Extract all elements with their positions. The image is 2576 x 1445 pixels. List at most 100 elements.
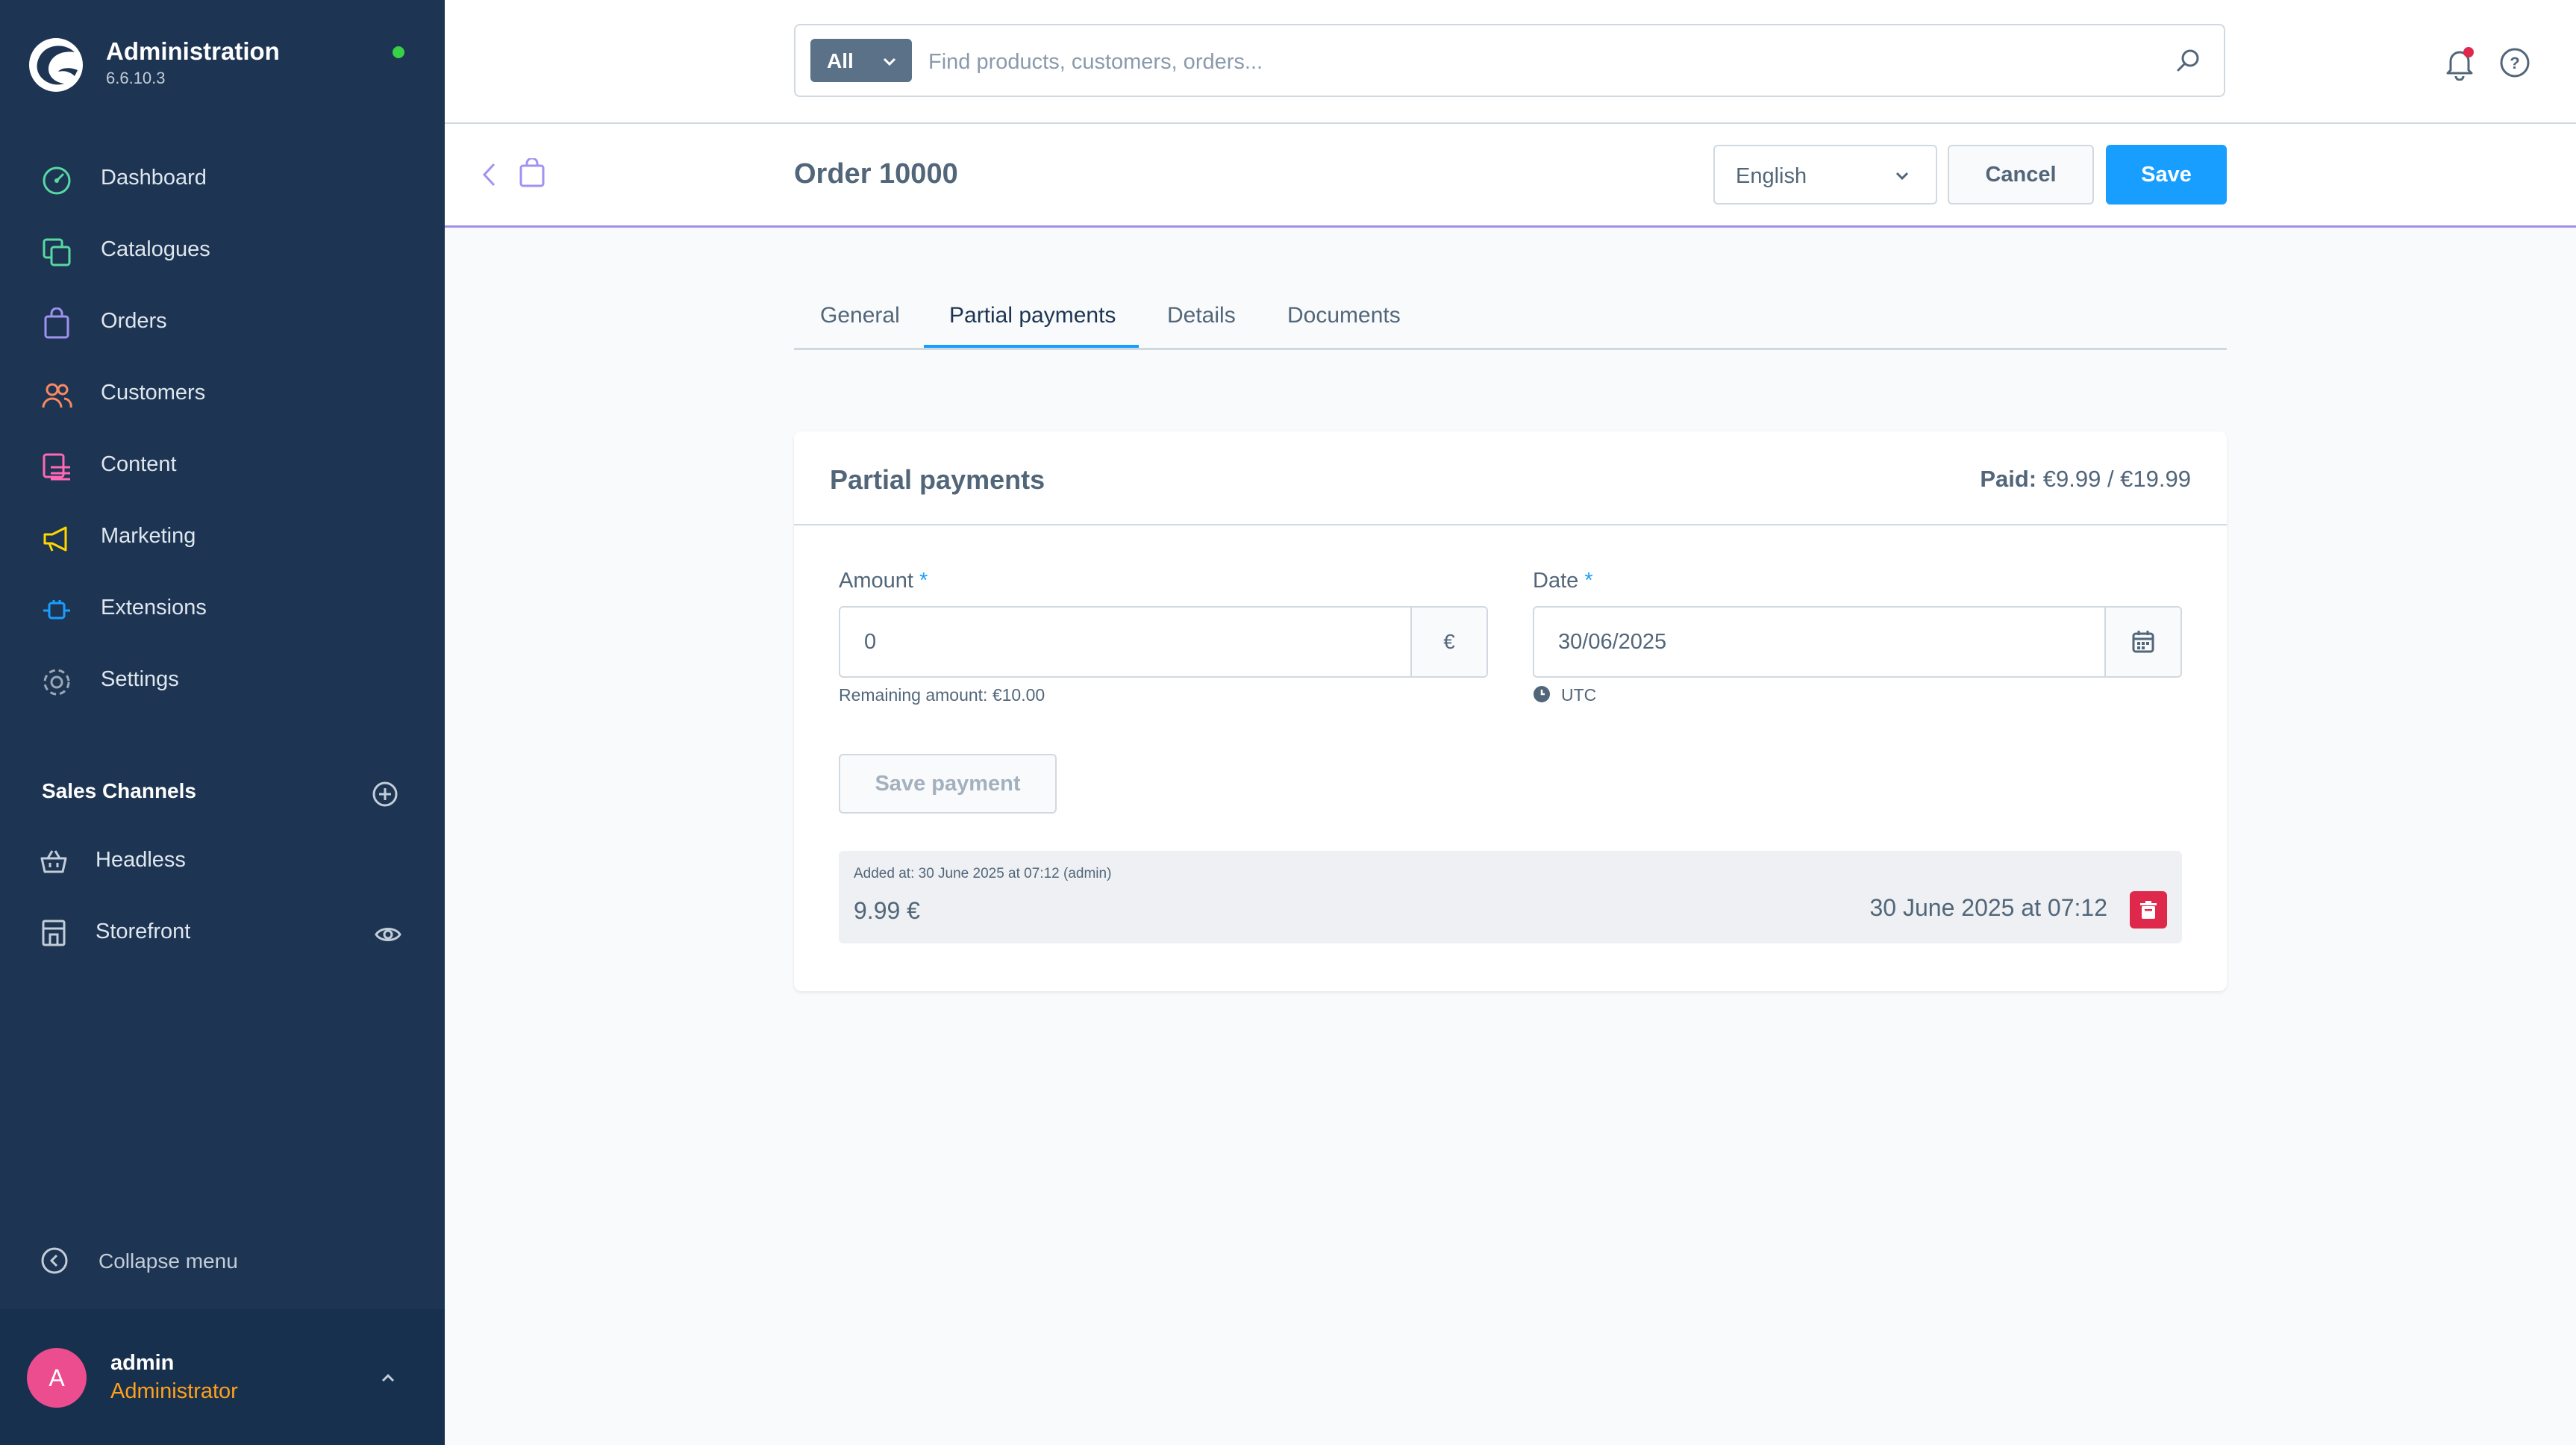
amount-value: 0 <box>864 630 877 654</box>
settings-icon <box>40 666 73 699</box>
nav-label: Customers <box>101 381 206 405</box>
currency-suffix: € <box>1410 608 1486 676</box>
marketing-icon <box>40 522 73 555</box>
delete-payment-button[interactable] <box>2130 891 2167 929</box>
card-title: Partial payments <box>830 464 1045 495</box>
save-button[interactable]: Save <box>2106 145 2227 205</box>
date-field[interactable]: 30/06/2025 <box>1533 606 2182 678</box>
user-role: Administrator <box>110 1379 238 1403</box>
payment-amount: 9.99 € <box>854 897 920 924</box>
amount-field[interactable]: 0 € <box>839 606 1488 678</box>
nav-item-content[interactable]: Content <box>0 436 445 496</box>
search-icon[interactable] <box>2175 46 2203 75</box>
language-label: English <box>1736 164 1807 188</box>
extensions-icon <box>40 594 73 627</box>
paid-label: Paid: <box>1980 466 2037 492</box>
page-title: Order 10000 <box>794 158 958 190</box>
nav-label: Settings <box>101 667 179 691</box>
svg-text:?: ? <box>2510 54 2519 72</box>
sales-channel-storefront[interactable]: Storefront <box>0 902 445 961</box>
global-search: All <box>794 24 2225 97</box>
storefront-icon <box>39 918 69 948</box>
calendar-button[interactable] <box>2104 608 2180 676</box>
date-value: 30/06/2025 <box>1558 630 1667 654</box>
catalogues-icon <box>40 236 73 269</box>
avatar: A <box>27 1348 87 1408</box>
top-bar: All ? <box>445 0 2576 124</box>
payment-entry: Added at: 30 June 2025 at 07:12 (admin) … <box>839 851 2182 943</box>
nav-item-dashboard[interactable]: Dashboard <box>0 149 445 209</box>
user-name: admin <box>110 1351 175 1375</box>
sales-channel-headless[interactable]: Headless <box>0 830 445 890</box>
chevron-up-icon[interactable] <box>378 1367 398 1388</box>
tab-partial-payments[interactable]: Partial payments <box>949 303 1116 328</box>
sales-channel-label: Headless <box>96 848 186 872</box>
save-payment-button[interactable]: Save payment <box>839 754 1057 814</box>
nav-item-customers[interactable]: Customers <box>0 364 445 424</box>
dashboard-icon <box>40 164 73 197</box>
nav-item-extensions[interactable]: Extensions <box>0 579 445 639</box>
date-label: Date * <box>1533 569 1593 593</box>
sales-channel-label: Storefront <box>96 920 191 943</box>
nav-label: Extensions <box>101 596 207 619</box>
chevron-down-icon <box>1892 166 1912 185</box>
notifications-bell-icon[interactable] <box>2443 45 2476 81</box>
paid-summary: Paid: €9.99 / €19.99 <box>1980 466 2191 493</box>
search-type-dropdown[interactable]: All <box>810 39 912 82</box>
nav-label: Orders <box>101 309 167 333</box>
tab-general[interactable]: General <box>820 303 900 328</box>
nav-label: Content <box>101 452 177 476</box>
remaining-amount: Remaining amount: €10.00 <box>839 685 1045 705</box>
order-tabs: General Partial payments Details Documen… <box>794 294 2227 350</box>
collapse-menu-label: Collapse menu <box>99 1249 238 1273</box>
payment-added-info: Added at: 30 June 2025 at 07:12 (admin) <box>854 866 1112 881</box>
sales-channels-heading: Sales Channels <box>42 779 196 802</box>
tab-documents[interactable]: Documents <box>1287 303 1401 328</box>
sidebar: Administration 6.6.10.3 Dashboard Catalo… <box>0 0 445 1445</box>
online-status-indicator <box>393 46 404 58</box>
cancel-button[interactable]: Cancel <box>1948 145 2094 205</box>
clock-icon <box>1533 685 1551 703</box>
collapse-menu-button[interactable]: Collapse menu <box>0 1232 445 1291</box>
chevron-down-icon <box>881 52 898 70</box>
user-panel[interactable]: A admin Administrator <box>0 1309 445 1445</box>
paid-value: €9.99 / €19.99 <box>2042 466 2191 492</box>
nav-item-catalogues[interactable]: Catalogues <box>0 221 445 281</box>
help-icon[interactable]: ? <box>2498 46 2531 79</box>
basket-icon <box>39 846 69 876</box>
back-arrow-icon[interactable] <box>478 160 500 190</box>
nav-label: Catalogues <box>101 237 210 261</box>
content-icon <box>40 451 73 484</box>
orders-module-icon <box>518 158 546 188</box>
tab-details[interactable]: Details <box>1167 303 1236 328</box>
required-mark: * <box>1584 569 1593 593</box>
orders-icon <box>40 308 73 340</box>
active-tab-indicator <box>924 345 1139 348</box>
calendar-icon <box>2132 631 2154 653</box>
search-input[interactable] <box>927 42 2094 82</box>
date-label-text: Date <box>1533 569 1579 593</box>
nav-label: Marketing <box>101 524 196 548</box>
payment-date: 30 June 2025 at 07:12 <box>1869 894 2108 921</box>
customers-icon <box>40 379 73 412</box>
card-divider <box>794 524 2227 525</box>
smart-bar: Order 10000 English Cancel Save <box>445 124 2576 228</box>
add-sales-channel-icon[interactable] <box>372 781 398 808</box>
eye-icon[interactable] <box>375 924 401 945</box>
nav-label: Dashboard <box>101 166 207 190</box>
app-title: Administration <box>106 37 280 65</box>
chevron-left-circle-icon <box>40 1246 69 1275</box>
nav-item-marketing[interactable]: Marketing <box>0 508 445 567</box>
partial-payments-card: Partial payments Paid: €9.99 / €19.99 Am… <box>794 431 2227 991</box>
language-switch[interactable]: English <box>1713 145 1937 205</box>
trash-icon <box>2140 901 2157 919</box>
timezone-label: UTC <box>1561 685 1597 705</box>
amount-label: Amount * <box>839 569 928 593</box>
nav-item-orders[interactable]: Orders <box>0 293 445 352</box>
amount-label-text: Amount <box>839 569 913 593</box>
required-mark: * <box>919 569 928 593</box>
app-version: 6.6.10.3 <box>106 69 166 87</box>
search-type-label: All <box>827 49 854 72</box>
nav-item-settings[interactable]: Settings <box>0 651 445 711</box>
shopware-logo[interactable] <box>28 37 84 93</box>
